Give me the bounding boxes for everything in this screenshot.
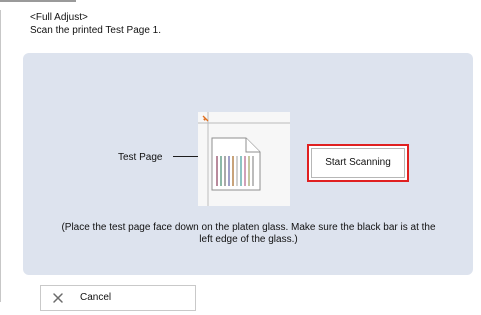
placement-instructions-line-2: left edge of the glass.)	[199, 234, 298, 245]
left-divider	[0, 10, 1, 302]
top-divider	[0, 0, 76, 2]
cancel-button-label: Cancel	[80, 292, 112, 303]
page-title: <Full Adjust>	[30, 12, 88, 23]
instruction-text: Scan the printed Test Page 1.	[30, 25, 162, 36]
start-scanning-button-label: Start Scanning	[311, 148, 405, 178]
placement-instructions-line-1: (Place the test page face down on the pl…	[61, 222, 436, 233]
placement-instructions: (Place the test page face down on the pl…	[46, 222, 451, 246]
close-icon	[50, 290, 66, 306]
start-scanning-button[interactable]: Start Scanning	[307, 144, 409, 182]
test-page-label: Test Page	[118, 152, 163, 163]
cancel-button[interactable]: Cancel	[40, 285, 196, 311]
scanner-test-page-icon	[196, 110, 292, 208]
